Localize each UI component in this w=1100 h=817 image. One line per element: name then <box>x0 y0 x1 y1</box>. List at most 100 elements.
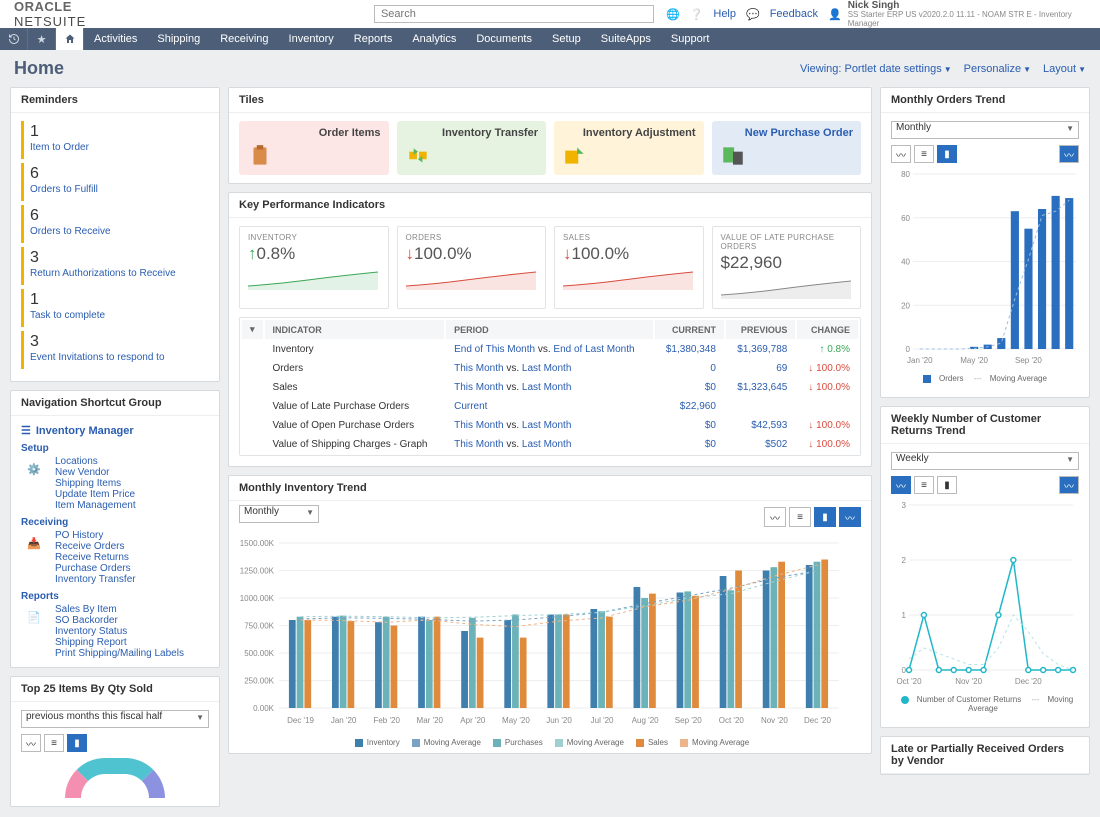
svg-text:3: 3 <box>902 501 907 510</box>
layout-link[interactable]: Layout▼ <box>1043 63 1086 75</box>
weekly-returns-period[interactable]: Weekly <box>891 452 1079 470</box>
late-vendor-portlet: Late or Partially Received Orders by Ven… <box>880 736 1090 775</box>
svg-text:Sep '20: Sep '20 <box>1015 356 1042 365</box>
global-search[interactable] <box>374 5 654 23</box>
nsg-link[interactable]: Inventory Transfer <box>55 574 136 585</box>
nsg-link[interactable]: Inventory Status <box>55 626 127 637</box>
svg-text:60: 60 <box>901 214 910 223</box>
top25-bar-btn[interactable]: ▮ <box>67 734 87 752</box>
nav-support[interactable]: Support <box>661 28 720 50</box>
nav-suiteapps[interactable]: SuiteApps <box>591 28 661 50</box>
wr-list[interactable]: ≡ <box>914 476 934 494</box>
reminder-link[interactable]: Return Authorizations to Receive <box>30 268 176 279</box>
personalize-link[interactable]: Personalize▼ <box>964 63 1031 75</box>
tile-new-po[interactable]: New Purchase Order <box>712 121 862 175</box>
nsg-link[interactable]: Print Shipping/Mailing Labels <box>55 648 184 659</box>
nsg-link[interactable]: Update Item Price <box>55 489 135 500</box>
nav-activities[interactable]: Activities <box>84 28 147 50</box>
svg-text:Jun '20: Jun '20 <box>546 716 572 725</box>
nsg-link[interactable]: Shipping Items <box>55 478 121 489</box>
mo-list[interactable]: ≡ <box>914 145 934 163</box>
tile-inventory-adjustment[interactable]: Inventory Adjustment <box>554 121 704 175</box>
nav-setup[interactable]: Setup <box>542 28 591 50</box>
tile-inventory-transfer[interactable]: Inventory Transfer <box>397 121 547 175</box>
wr-bar[interactable]: ▮ <box>937 476 957 494</box>
monthly-inv-period[interactable]: Monthly <box>239 505 319 523</box>
nsg-link[interactable]: PO History <box>55 530 103 541</box>
reminder-link[interactable]: Event Invitations to respond to <box>30 352 165 363</box>
nsg-link[interactable]: Receive Returns <box>55 552 129 563</box>
history-icon[interactable] <box>0 28 28 50</box>
nav-shortcut-portlet: Navigation Shortcut Group ☰Inventory Man… <box>10 390 220 668</box>
kpi-table: ▾INDICATORPERIODCURRENTPREVIOUSCHANGE In… <box>239 317 861 456</box>
chart-list-btn[interactable]: ≡ <box>789 507 811 527</box>
search-input[interactable] <box>374 5 654 23</box>
svg-text:Oct '20: Oct '20 <box>719 716 745 725</box>
reminder-link[interactable]: Orders to Receive <box>30 226 111 237</box>
nsg-link[interactable]: Item Management <box>55 500 136 511</box>
nsg-link[interactable]: Locations <box>55 456 98 467</box>
nav-shipping[interactable]: Shipping <box>147 28 210 50</box>
feedback-icon[interactable]: 💬 <box>746 7 760 21</box>
user-menu[interactable]: 👤 Nick SinghSS Starter ERP US v2020.2.0 … <box>828 0 1086 28</box>
mo-line[interactable]: 〰 <box>891 145 911 163</box>
nav-documents[interactable]: Documents <box>466 28 542 50</box>
kpi-card: INVENTORY↑0.8% <box>239 226 389 309</box>
mo-area[interactable]: 〰 <box>1059 145 1079 163</box>
chart-bar-btn[interactable]: ▮ <box>814 507 836 527</box>
gear-icon: ⚙️ <box>21 456 47 482</box>
chart-line-btn[interactable]: 〰 <box>764 507 786 527</box>
viewing-link[interactable]: Viewing: Portlet date settings▼ <box>800 63 952 75</box>
adjust-icon <box>562 143 588 169</box>
page-header: Home Viewing: Portlet date settings▼ Per… <box>0 50 1100 87</box>
svg-text:0: 0 <box>906 345 911 354</box>
svg-text:500.00K: 500.00K <box>244 649 274 658</box>
wr-legend: Number of Customer Returns ---Moving Ave… <box>891 693 1079 719</box>
nsg-link[interactable]: Sales By Item <box>55 604 117 615</box>
monthly-orders-period[interactable]: Monthly <box>891 121 1079 139</box>
receive-icon: 📥 <box>21 530 47 556</box>
star-icon[interactable]: ★ <box>28 28 56 50</box>
brand-logo: ORACLE NETSUITE <box>14 0 142 29</box>
reminder-link[interactable]: Task to complete <box>30 310 105 321</box>
weekly-returns-chart: 0123Oct '20Nov '20Dec '20 <box>891 500 1081 690</box>
nsg-title: Navigation Shortcut Group <box>11 391 219 416</box>
clipboard-icon <box>247 143 273 169</box>
svg-text:40: 40 <box>901 258 910 267</box>
top25-line-btn[interactable]: 〰 <box>21 734 41 752</box>
feedback-link[interactable]: Feedback <box>770 8 818 20</box>
help-icon[interactable]: ❔ <box>690 7 704 21</box>
nsg-main[interactable]: ☰Inventory Manager <box>21 424 209 437</box>
reminder-link[interactable]: Orders to Fulfill <box>30 184 98 195</box>
svg-text:Dec '20: Dec '20 <box>1015 677 1042 686</box>
wr-line[interactable]: 〰 <box>891 476 911 494</box>
monthly-orders-chart: 020406080Jan '20May '20Sep '20 <box>891 169 1081 369</box>
language-icon[interactable]: 🌐 <box>666 7 680 21</box>
nsg-link[interactable]: SO Backorder <box>55 615 118 626</box>
reminder-link[interactable]: Item to Order <box>30 142 89 153</box>
nav-inventory[interactable]: Inventory <box>279 28 344 50</box>
nav-receiving[interactable]: Receiving <box>210 28 278 50</box>
top25-range-select[interactable]: previous months this fiscal half <box>21 710 209 728</box>
home-icon[interactable] <box>56 28 84 50</box>
svg-text:1500.00K: 1500.00K <box>240 539 275 548</box>
nsg-link[interactable]: Shipping Report <box>55 637 127 648</box>
late-vendor-title: Late or Partially Received Orders by Ven… <box>881 737 1089 774</box>
help-link[interactable]: Help <box>713 8 736 20</box>
user-role: SS Starter ERP US v2020.2.0 11.11 - NOAM… <box>848 11 1086 29</box>
chart-area-btn[interactable]: 〰 <box>839 507 861 527</box>
svg-text:May '20: May '20 <box>502 716 530 725</box>
mo-bar[interactable]: ▮ <box>937 145 957 163</box>
nav-reports[interactable]: Reports <box>344 28 403 50</box>
top25-list-btn[interactable]: ≡ <box>44 734 64 752</box>
reminders-title: Reminders <box>11 88 219 113</box>
top25-title: Top 25 Items By Qty Sold <box>11 677 219 702</box>
wr-area[interactable]: 〰 <box>1059 476 1079 494</box>
reminder-row: 1Task to complete <box>21 289 209 327</box>
nsg-link[interactable]: New Vendor <box>55 467 109 478</box>
monthly-inventory-chart: 0.00K250.00K500.00K750.00K1000.00K1250.0… <box>229 533 849 733</box>
tile-order-items[interactable]: Order Items <box>239 121 389 175</box>
nsg-link[interactable]: Receive Orders <box>55 541 124 552</box>
nsg-link[interactable]: Purchase Orders <box>55 563 131 574</box>
nav-analytics[interactable]: Analytics <box>402 28 466 50</box>
